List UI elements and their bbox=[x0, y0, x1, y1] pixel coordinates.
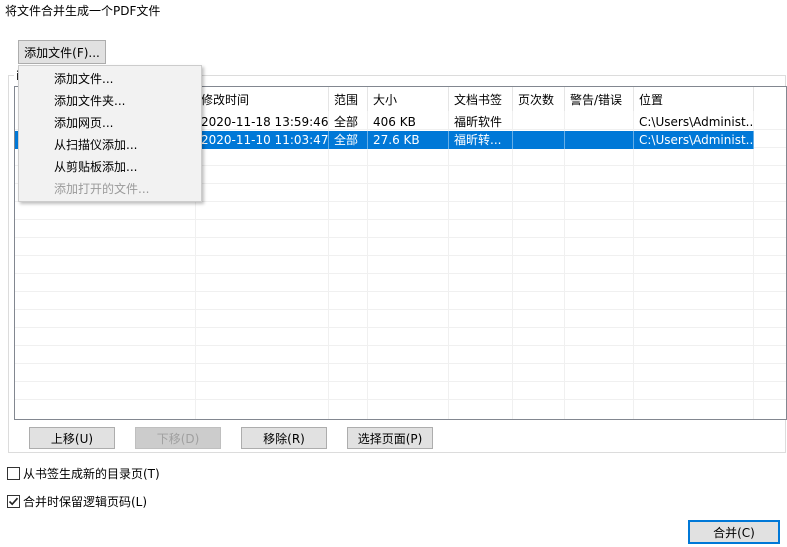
cell-location: C:\Users\Administ... bbox=[634, 131, 754, 149]
toc-from-bookmarks-label: 从书签生成新的目录页(T) bbox=[23, 467, 160, 481]
cell-size: 406 KB bbox=[373, 115, 416, 129]
move-up-button[interactable]: 上移(U) bbox=[29, 427, 115, 449]
cell-modified: 2020-11-18 13:59:46 bbox=[201, 115, 329, 129]
merge-button[interactable]: 合并(C) bbox=[688, 520, 780, 544]
column-header-size[interactable]: 大小 bbox=[368, 87, 449, 111]
menu-item-add-from-clipboard[interactable]: 从剪贴板添加... bbox=[20, 156, 200, 178]
cell-warnings bbox=[565, 131, 634, 149]
column-header-modified[interactable]: 修改时间 bbox=[196, 87, 329, 111]
column-header-range[interactable]: 范围 bbox=[329, 87, 368, 111]
keep-page-numbers-label: 合并时保留逻辑页码(L) bbox=[23, 495, 148, 509]
cell-pages bbox=[513, 131, 565, 149]
cell-location: C:\Users\Administ... bbox=[639, 115, 754, 129]
menu-item-add-files[interactable]: 添加文件... bbox=[20, 68, 200, 90]
cell-size: 27.6 KB bbox=[368, 131, 449, 149]
add-files-menu: 添加文件... 添加文件夹... 添加网页... 从扫描仪添加... 从剪贴板添… bbox=[18, 65, 202, 202]
cell-warnings bbox=[565, 113, 634, 131]
remove-button[interactable]: 移除(R) bbox=[241, 427, 327, 449]
cell-bookmarks: 福昕转... bbox=[449, 131, 513, 149]
cell-bookmarks: 福昕软件 bbox=[454, 115, 503, 129]
add-files-button[interactable]: 添加文件(F)... bbox=[18, 40, 106, 64]
move-down-button: 下移(D) bbox=[135, 427, 221, 449]
menu-item-add-folder[interactable]: 添加文件夹... bbox=[20, 90, 200, 112]
column-header-pages[interactable]: 页次数 bbox=[513, 87, 565, 111]
select-pages-button[interactable]: 选择页面(P) bbox=[347, 427, 433, 449]
keep-page-numbers-checkbox[interactable] bbox=[7, 495, 20, 508]
toc-from-bookmarks-checkbox[interactable] bbox=[7, 467, 20, 480]
cell-range: 全部 bbox=[329, 131, 368, 149]
window-title: 将文件合并生成一个PDF文件 bbox=[5, 4, 161, 18]
checkmark-icon bbox=[8, 497, 19, 506]
menu-item-add-from-scanner[interactable]: 从扫描仪添加... bbox=[20, 134, 200, 156]
column-header-location[interactable]: 位置 bbox=[634, 87, 754, 111]
column-header-bookmarks[interactable]: 文档书签 bbox=[449, 87, 513, 111]
cell-range: 全部 bbox=[334, 115, 359, 129]
cell-modified: 2020-11-10 11:03:47 bbox=[196, 131, 329, 149]
column-header-warnings[interactable]: 警告/错误 bbox=[565, 87, 634, 111]
menu-item-add-open-files: 添加打开的文件... bbox=[54, 182, 150, 196]
cell-pages bbox=[513, 113, 565, 131]
menu-item-add-webpage[interactable]: 添加网页... bbox=[20, 112, 200, 134]
